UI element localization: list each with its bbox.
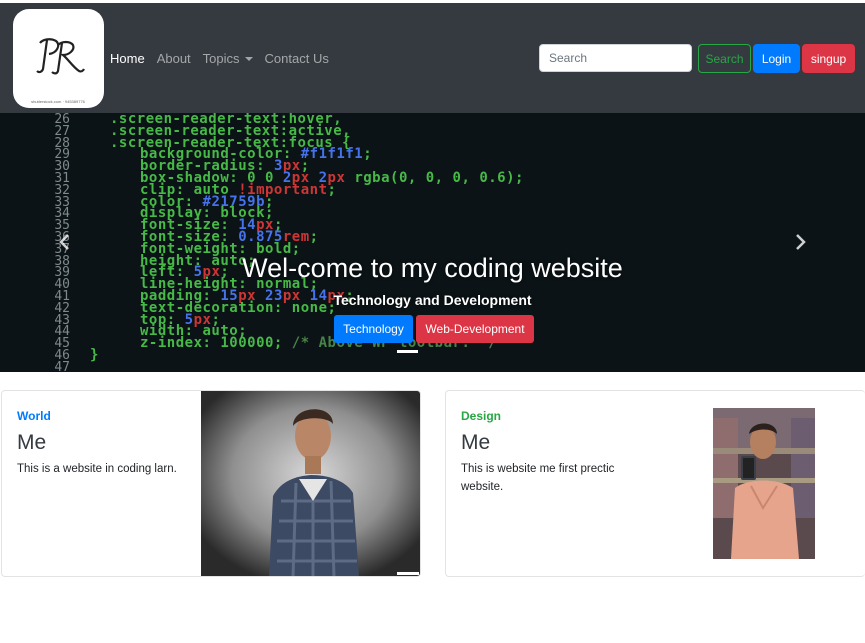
navbar: shutterstock.com · 945389776 Home About … <box>0 3 865 113</box>
card-category[interactable]: World <box>17 409 51 423</box>
card-text: This is website me first prectic website… <box>461 463 615 493</box>
svg-text:shutterstock.com · 945389776: shutterstock.com · 945389776 <box>31 99 86 104</box>
search-button[interactable]: Search <box>698 44 751 73</box>
nav-link-about[interactable]: About <box>157 51 191 66</box>
profile-photo-image <box>201 391 420 576</box>
chevron-right-icon <box>796 234 806 250</box>
nav-links: Home About Topics Contact Us <box>110 51 329 66</box>
signup-button[interactable]: singup <box>802 44 855 73</box>
card-design: Design Me This is website me first prect… <box>445 390 865 577</box>
nav-dropdown-topics-label: Topics <box>202 51 240 66</box>
hero-carousel: 26 .screen-reader-text:hover, 27 .screen-re… <box>0 113 865 372</box>
card-category[interactable]: Design <box>461 409 501 423</box>
caret-down-icon <box>244 57 253 61</box>
web-development-button[interactable]: Web-Development <box>416 315 534 343</box>
nav-dropdown-topics[interactable]: Topics <box>203 51 253 66</box>
technology-button[interactable]: Technology <box>334 315 413 343</box>
carousel-indicator[interactable] <box>397 350 418 353</box>
photo-indicator <box>397 572 419 575</box>
search-input[interactable] <box>539 44 692 72</box>
nav-link-home[interactable]: Home <box>110 51 145 66</box>
chevron-left-icon <box>59 234 69 250</box>
brand-logo[interactable]: shutterstock.com · 945389776 <box>13 9 104 108</box>
card-world: World Me This is a website in coding lar… <box>1 390 421 577</box>
pr-monogram-icon: shutterstock.com · 945389776 <box>31 38 86 104</box>
login-button[interactable]: Login <box>753 44 800 73</box>
carousel-title: Wel-come to my coding website <box>242 253 623 283</box>
nav-link-contact[interactable]: Contact Us <box>265 51 329 66</box>
card-title: Me <box>461 431 491 454</box>
carousel-subtitle: Technology and Development <box>333 292 532 308</box>
card-title: Me <box>17 431 47 454</box>
carousel-indicators <box>397 350 418 353</box>
selfie-photo-image <box>713 408 815 559</box>
card-text: This is a website in coding larn. <box>17 463 177 475</box>
